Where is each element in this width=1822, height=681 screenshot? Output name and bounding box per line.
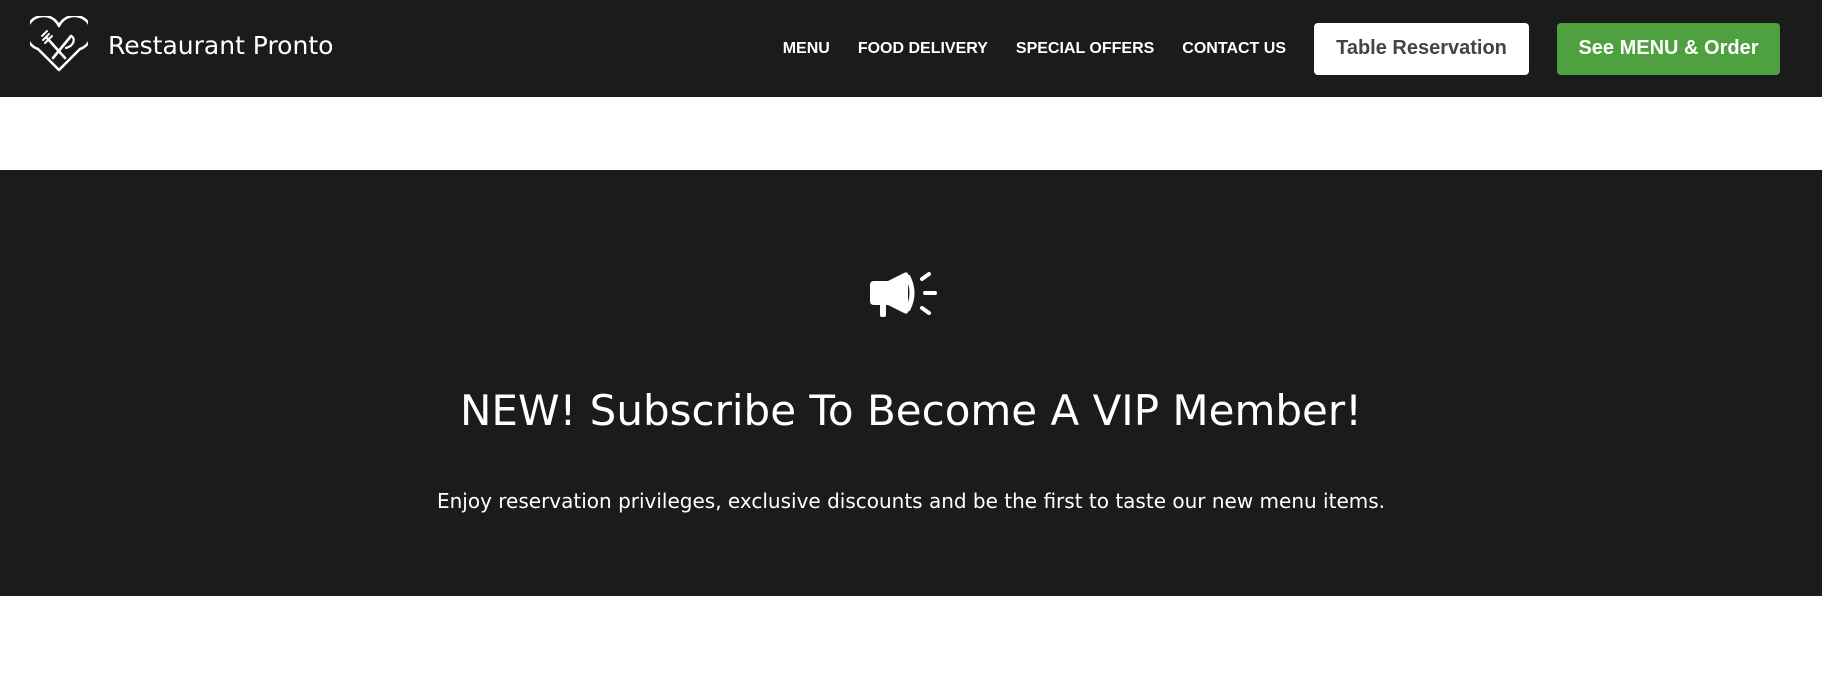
nav-item-contact-us[interactable]: CONTACT US <box>1182 40 1286 58</box>
see-menu-order-button[interactable]: See MENU & Order <box>1557 22 1780 75</box>
fork-knife-heart-icon <box>30 16 88 72</box>
brand-name: Restaurant Pronto <box>108 30 334 60</box>
vip-subscribe-section: NEW! Subscribe To Become A VIP Member! E… <box>0 170 1822 596</box>
nav-item-special-offers[interactable]: SPECIAL OFFERS <box>1016 40 1154 58</box>
nav-item-food-delivery[interactable]: FOOD DELIVERY <box>858 40 988 58</box>
top-navigation-bar: Restaurant Pronto MENU FOOD DELIVERY SPE… <box>0 0 1822 97</box>
hero-subtitle: Enjoy reservation privileges, exclusive … <box>436 489 1386 513</box>
megaphone-icon <box>870 272 937 317</box>
table-reservation-button[interactable]: Table Reservation <box>1314 22 1529 75</box>
hero-title: NEW! Subscribe To Become A VIP Member! <box>460 386 1362 435</box>
nav-item-menu[interactable]: MENU <box>783 40 830 58</box>
brand-home-link[interactable]: Restaurant Pronto <box>30 16 333 74</box>
main-nav: MENU FOOD DELIVERY SPECIAL OFFERS CONTAC… <box>783 0 1822 97</box>
